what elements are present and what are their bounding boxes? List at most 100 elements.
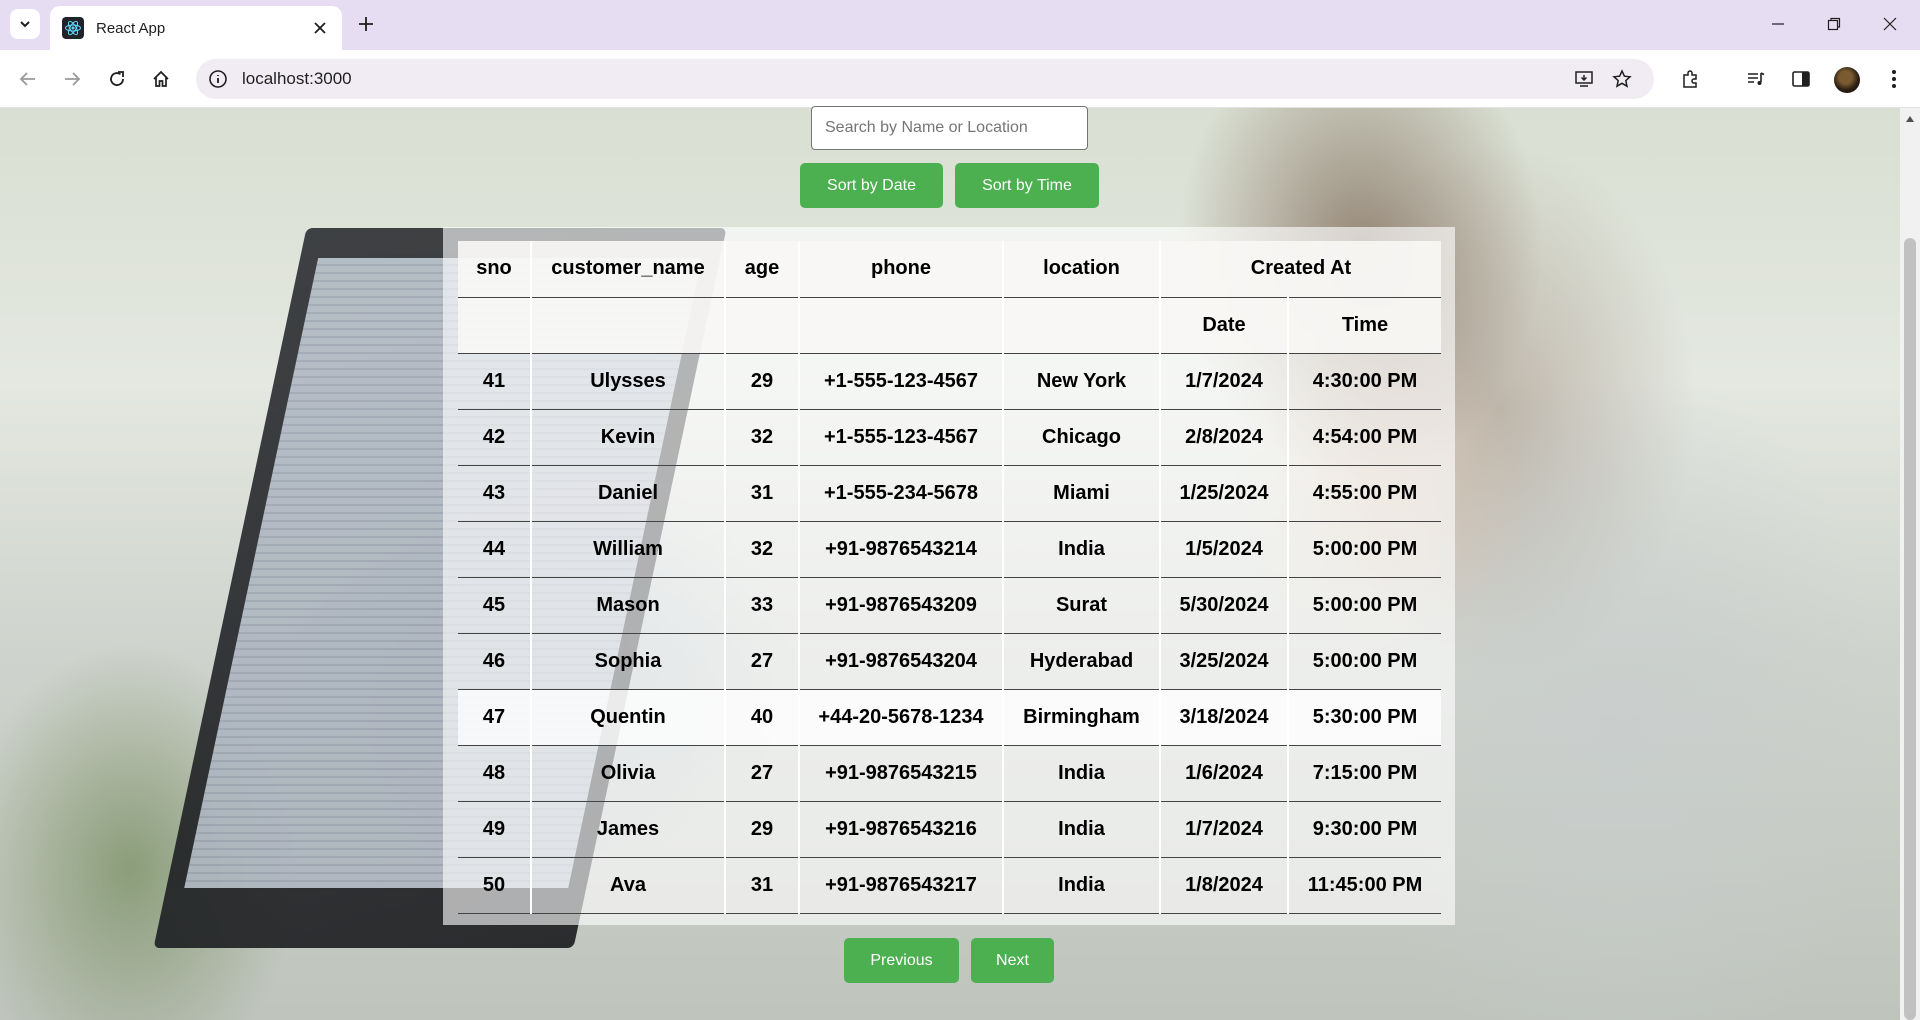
previous-page-button[interactable]: Previous — [844, 938, 959, 983]
home-icon — [153, 70, 169, 87]
plus-icon — [359, 17, 373, 31]
cell-sno: 50 — [458, 857, 531, 914]
search-input[interactable] — [811, 106, 1088, 150]
cell-time: 5:30:00 PM — [1287, 689, 1441, 746]
cell-location: India — [1002, 521, 1160, 578]
table-body: 41 Ulysses 29 +1-555-123-4567 New York 1/7/20… — [458, 353, 1441, 914]
cell-age: 27 — [724, 745, 799, 802]
cell-location: Surat — [1002, 577, 1160, 634]
cell-customer-name: Ava — [530, 857, 725, 914]
url-text: localhost:3000 — [242, 69, 352, 88]
cell-location: India — [1002, 801, 1160, 858]
column-header-location: location — [1002, 241, 1160, 298]
reload-button[interactable] — [103, 65, 131, 93]
cell-location: Chicago — [1002, 409, 1160, 466]
home-button[interactable] — [147, 65, 175, 93]
forward-button[interactable] — [58, 65, 86, 93]
table-row: 47 Quentin 40 +44-20-5678-1234 Birmingham 3/1… — [458, 689, 1441, 746]
cell-location: Birmingham — [1002, 689, 1160, 746]
cell-phone: +91-9876543215 — [798, 745, 1003, 802]
cell-customer-name: Quentin — [530, 689, 725, 746]
site-info-icon[interactable] — [208, 69, 228, 89]
cell-date: 1/6/2024 — [1159, 745, 1288, 802]
cell-customer-name: Olivia — [530, 745, 725, 802]
cell-time: 9:30:00 PM — [1287, 801, 1441, 858]
column-header-date: Date — [1159, 297, 1288, 354]
react-logo-icon — [62, 17, 84, 39]
browser-tabstrip: React App — [0, 0, 1920, 50]
cell-time: 5:00:00 PM — [1287, 633, 1441, 690]
sort-by-time-button[interactable]: Sort by Time — [955, 163, 1099, 208]
cell-location: Miami — [1002, 465, 1160, 522]
table-row: 41 Ulysses 29 +1-555-123-4567 New York 1/7/20… — [458, 353, 1441, 410]
close-tab-icon[interactable] — [310, 18, 330, 38]
profile-avatar[interactable] — [1834, 67, 1860, 93]
cell-sno: 41 — [458, 353, 531, 410]
page-scrollbar[interactable] — [1900, 108, 1920, 1020]
table-row: 44 William 32 +91-9876543214 India 1/5/2024 5:… — [458, 521, 1441, 578]
cell-age: 31 — [724, 465, 799, 522]
cell-customer-name: Ulysses — [530, 353, 725, 410]
cell-sno: 43 — [458, 465, 531, 522]
cell-location: New York — [1002, 353, 1160, 410]
address-bar[interactable]: localhost:3000 — [196, 59, 1654, 99]
sort-by-date-button[interactable]: Sort by Date — [800, 163, 943, 208]
side-panel-icon — [1792, 71, 1810, 87]
arrow-left-icon — [19, 72, 35, 86]
cell-date: 1/8/2024 — [1159, 857, 1288, 914]
close-icon — [1883, 17, 1897, 31]
cell-age: 33 — [724, 577, 799, 634]
cell-age: 32 — [724, 521, 799, 578]
browser-menu-button[interactable] — [1880, 65, 1908, 93]
table-row: 50 Ava 31 +91-9876543217 India 1/8/2024 11:45:… — [458, 857, 1441, 914]
minimize-button[interactable] — [1752, 0, 1804, 48]
new-tab-button[interactable] — [352, 10, 380, 38]
cell-location: India — [1002, 857, 1160, 914]
bookmark-star-icon[interactable] — [1610, 67, 1634, 91]
column-header-time: Time — [1287, 297, 1441, 354]
back-button[interactable] — [14, 65, 42, 93]
side-panel-button[interactable] — [1787, 65, 1815, 93]
tab-search-button[interactable] — [10, 9, 40, 39]
cell-age: 29 — [724, 353, 799, 410]
cell-sno: 47 — [458, 689, 531, 746]
cell-sno: 44 — [458, 521, 531, 578]
cell-date: 5/30/2024 — [1159, 577, 1288, 634]
cell-phone: +44-20-5678-1234 — [798, 689, 1003, 746]
cell-time: 4:54:00 PM — [1287, 409, 1441, 466]
install-app-icon[interactable] — [1572, 67, 1596, 91]
cell-customer-name: James — [530, 801, 725, 858]
cell-customer-name: Daniel — [530, 465, 725, 522]
cell-age: 32 — [724, 409, 799, 466]
cell-age: 31 — [724, 857, 799, 914]
cell-date: 2/8/2024 — [1159, 409, 1288, 466]
extensions-button[interactable] — [1676, 65, 1704, 93]
column-header-phone: phone — [798, 241, 1003, 298]
cell-customer-name: Mason — [530, 577, 725, 634]
cell-phone: +91-9876543214 — [798, 521, 1003, 578]
customer-table-container: sno customer_name age phone location Cre… — [443, 227, 1455, 925]
browser-tab-active[interactable]: React App — [50, 6, 342, 50]
cell-phone: +1-555-123-4567 — [798, 353, 1003, 410]
cell-sno: 49 — [458, 801, 531, 858]
cell-customer-name: Kevin — [530, 409, 725, 466]
media-controls-button[interactable] — [1742, 65, 1770, 93]
scrollbar-thumb[interactable] — [1904, 238, 1916, 1020]
restore-button[interactable] — [1808, 0, 1860, 48]
scroll-up-arrow-icon[interactable] — [1906, 116, 1914, 122]
minimize-icon — [1772, 23, 1784, 25]
cell-date: 1/25/2024 — [1159, 465, 1288, 522]
table-header-row: sno customer_name age phone location Cre… — [458, 241, 1441, 298]
customer-table: sno customer_name age phone location Cre… — [458, 241, 1441, 914]
cell-phone: +91-9876543217 — [798, 857, 1003, 914]
close-window-button[interactable] — [1864, 0, 1916, 48]
cell-sno: 48 — [458, 745, 531, 802]
reload-icon — [110, 71, 124, 86]
next-page-button[interactable]: Next — [971, 938, 1054, 983]
queue-music-icon — [1748, 72, 1765, 85]
cell-phone: +91-9876543216 — [798, 801, 1003, 858]
cell-time: 5:00:00 PM — [1287, 577, 1441, 634]
cell-date: 3/25/2024 — [1159, 633, 1288, 690]
table-row: 42 Kevin 32 +1-555-123-4567 Chicago 2/8/2024 4… — [458, 409, 1441, 466]
cell-time: 4:55:00 PM — [1287, 465, 1441, 522]
